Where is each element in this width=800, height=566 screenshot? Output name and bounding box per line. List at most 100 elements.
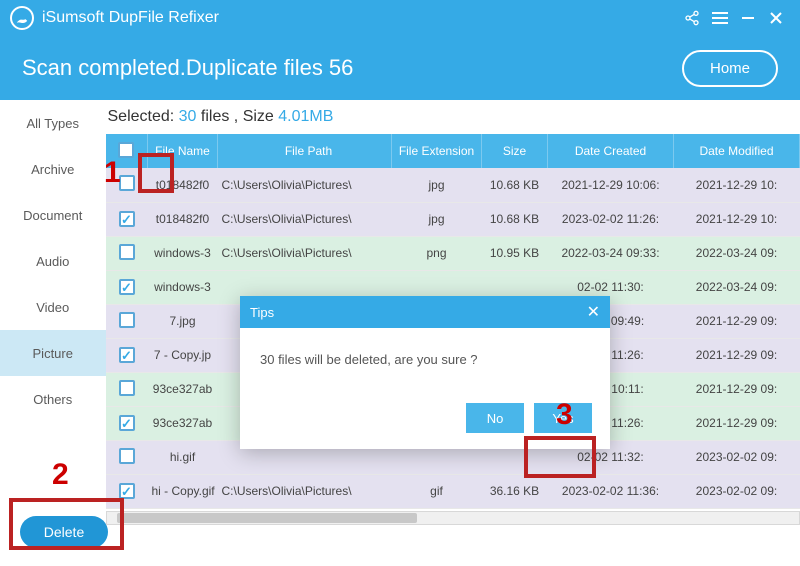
table-cell: 10.68 KB xyxy=(482,202,548,236)
table-cell: 36.16 KB xyxy=(482,474,548,508)
selection-size: 4.01MB xyxy=(278,108,333,125)
table-cell: 2021-12-29 10: xyxy=(674,168,800,202)
table-cell xyxy=(106,338,148,372)
share-icon[interactable] xyxy=(678,4,706,32)
table-cell: C:\Users\Olivia\Pictures\ xyxy=(218,168,392,202)
row-checkbox[interactable] xyxy=(119,448,135,464)
row-checkbox[interactable] xyxy=(119,380,135,396)
selection-prefix: Selected: xyxy=(108,108,179,125)
row-checkbox[interactable] xyxy=(119,415,135,431)
sidebar-item-audio[interactable]: Audio xyxy=(0,238,106,284)
table-cell: 2023-02-02 09: xyxy=(674,474,800,508)
dialog-yes-button[interactable]: Yes xyxy=(534,403,592,433)
row-checkbox[interactable] xyxy=(119,211,135,227)
table-cell xyxy=(106,474,148,508)
column-header[interactable]: Date Created xyxy=(548,134,674,168)
table-cell: C:\Users\Olivia\Pictures\ xyxy=(218,236,392,270)
table-cell: gif xyxy=(392,474,482,508)
table-cell: 2021-12-29 09: xyxy=(674,372,800,406)
menu-icon[interactable] xyxy=(706,4,734,32)
dialog-title: Tips xyxy=(250,305,274,320)
sidebar-item-picture[interactable]: Picture xyxy=(0,330,106,376)
sidebar: All TypesArchiveDocumentAudioVideoPictur… xyxy=(0,100,106,566)
table-cell: 2023-02-02 09: xyxy=(674,440,800,474)
table-cell: t018482f0 xyxy=(148,168,218,202)
table-cell: C:\Users\Olivia\Pictures\ xyxy=(218,474,392,508)
table-row[interactable]: windows-3C:\Users\Olivia\Pictures\png10.… xyxy=(106,236,800,270)
table-cell: windows-3 xyxy=(148,270,218,304)
column-header[interactable]: File Path xyxy=(218,134,392,168)
close-icon[interactable] xyxy=(762,4,790,32)
table-cell: 10.95 KB xyxy=(482,236,548,270)
dialog-message: 30 files will be deleted, are you sure ? xyxy=(240,328,610,403)
app-title: iSumsoft DupFile Refixer xyxy=(42,9,219,27)
table-cell: 2021-12-29 09: xyxy=(674,338,800,372)
delete-button[interactable]: Delete xyxy=(20,516,108,548)
row-checkbox[interactable] xyxy=(119,175,135,191)
table-row[interactable]: t018482f0C:\Users\Olivia\Pictures\jpg10.… xyxy=(106,168,800,202)
row-checkbox[interactable] xyxy=(119,312,135,328)
table-cell: 2023-02-02 11:26: xyxy=(548,202,674,236)
table-row[interactable]: hi - Copy.gifC:\Users\Olivia\Pictures\gi… xyxy=(106,474,800,508)
table-cell xyxy=(106,440,148,474)
table-cell: hi.gif xyxy=(148,440,218,474)
table-cell: C:\Users\Olivia\Pictures\ xyxy=(218,202,392,236)
table-cell xyxy=(106,270,148,304)
table-cell: 2022-03-24 09: xyxy=(674,270,800,304)
table-cell: png xyxy=(392,236,482,270)
sidebar-item-video[interactable]: Video xyxy=(0,284,106,330)
table-cell: 2022-03-24 09:33: xyxy=(548,236,674,270)
selection-summary: Selected: 30 files , Size 4.01MB xyxy=(106,106,800,134)
column-header[interactable]: Date Modified xyxy=(674,134,800,168)
row-checkbox[interactable] xyxy=(119,347,135,363)
select-all-checkbox[interactable] xyxy=(118,142,134,158)
table-cell: 2021-12-29 10: xyxy=(674,202,800,236)
table-cell: 2021-12-29 09: xyxy=(674,406,800,440)
row-checkbox[interactable] xyxy=(119,244,135,260)
table-cell: jpg xyxy=(392,202,482,236)
table-cell: windows-3 xyxy=(148,236,218,270)
table-cell: 93ce327ab xyxy=(148,406,218,440)
column-header[interactable]: File Name xyxy=(148,134,218,168)
sidebar-item-others[interactable]: Others xyxy=(0,376,106,422)
column-header[interactable]: Size xyxy=(482,134,548,168)
minimize-icon[interactable] xyxy=(734,4,762,32)
table-cell xyxy=(106,406,148,440)
sidebar-item-archive[interactable]: Archive xyxy=(0,146,106,192)
dialog-close-icon[interactable]: ✕ xyxy=(587,302,600,322)
table-cell: 93ce327ab xyxy=(148,372,218,406)
table-cell xyxy=(106,372,148,406)
table-row[interactable]: t018482f0C:\Users\Olivia\Pictures\jpg10.… xyxy=(106,202,800,236)
table-cell xyxy=(106,304,148,338)
status-bar: Scan completed.Duplicate files 56 Home xyxy=(0,36,800,100)
table-cell: hi - Copy.gif xyxy=(148,474,218,508)
row-checkbox[interactable] xyxy=(119,279,135,295)
table-cell: 7 - Copy.jp xyxy=(148,338,218,372)
selection-count: 30 xyxy=(179,108,197,125)
title-bar: iSumsoft DupFile Refixer xyxy=(0,0,800,36)
dialog-header: Tips ✕ xyxy=(240,296,610,328)
app-logo-icon xyxy=(10,6,34,30)
column-header[interactable]: File Extension xyxy=(392,134,482,168)
column-header-select[interactable] xyxy=(106,134,148,168)
table-cell xyxy=(106,236,148,270)
dialog-no-button[interactable]: No xyxy=(466,403,524,433)
selection-mid: files , Size xyxy=(196,108,278,125)
sidebar-item-document[interactable]: Document xyxy=(0,192,106,238)
scan-status: Scan completed.Duplicate files 56 xyxy=(22,55,353,81)
table-cell: 2021-12-29 10:06: xyxy=(548,168,674,202)
table-cell: 2023-02-02 11:36: xyxy=(548,474,674,508)
table-cell xyxy=(106,168,148,202)
table-cell: 7.jpg xyxy=(148,304,218,338)
table-cell: 2022-03-24 09: xyxy=(674,236,800,270)
table-cell: t018482f0 xyxy=(148,202,218,236)
sidebar-item-all-types[interactable]: All Types xyxy=(0,100,106,146)
horizontal-scrollbar[interactable] xyxy=(106,511,800,525)
home-button[interactable]: Home xyxy=(682,50,778,87)
table-cell: 2021-12-29 09: xyxy=(674,304,800,338)
confirm-dialog: Tips ✕ 30 files will be deleted, are you… xyxy=(240,296,610,449)
table-cell xyxy=(106,202,148,236)
table-cell: jpg xyxy=(392,168,482,202)
row-checkbox[interactable] xyxy=(119,483,135,499)
table-cell: 10.68 KB xyxy=(482,168,548,202)
